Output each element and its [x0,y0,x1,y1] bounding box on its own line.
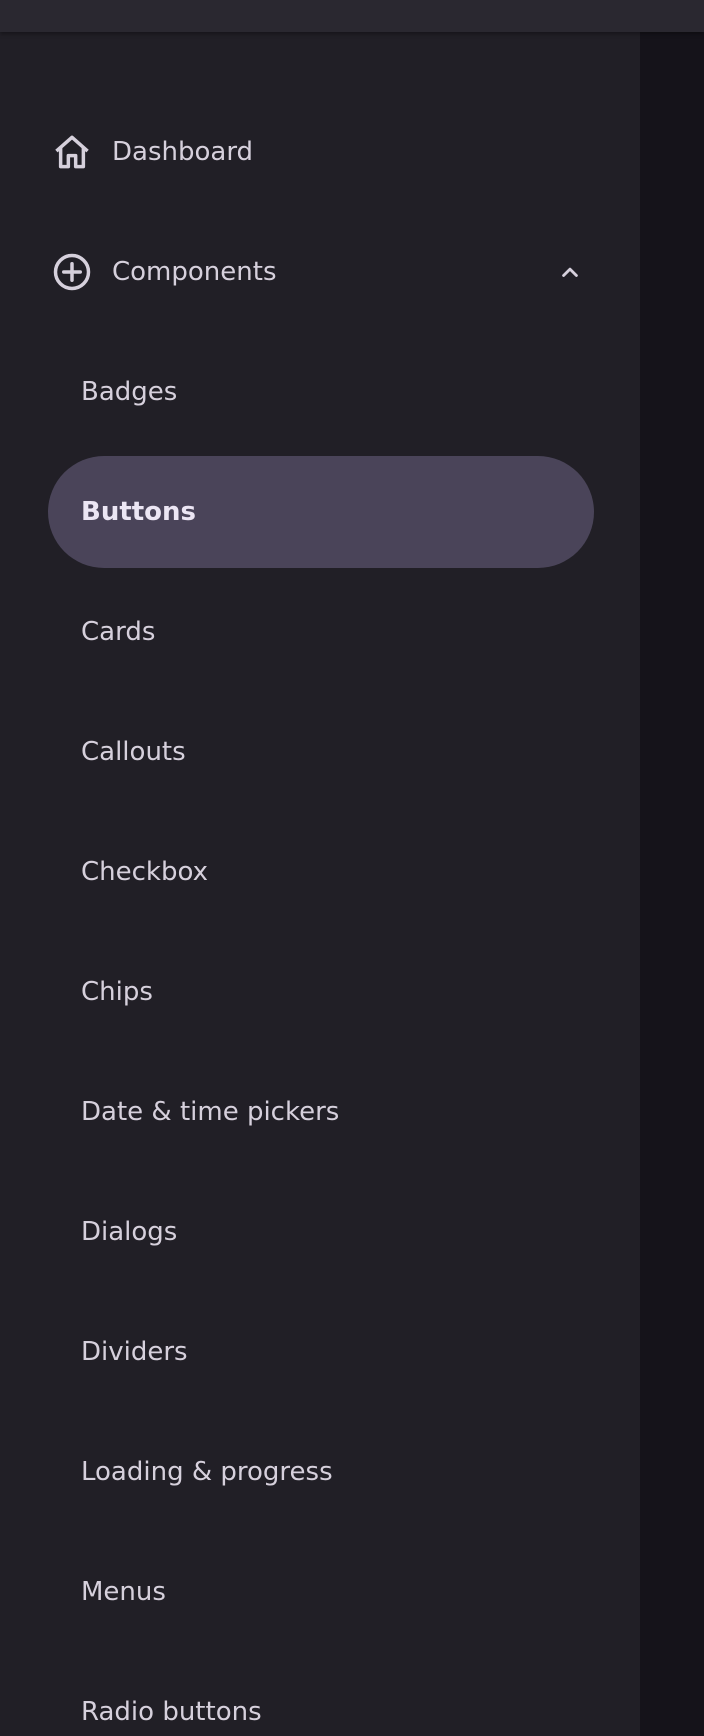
content-scrim[interactable] [640,32,704,1736]
nav-subitem-callouts[interactable]: Callouts [48,696,594,808]
nav-subitem-label: Radio buttons [81,1697,262,1727]
nav-subitem-label: Chips [81,977,153,1007]
nav-subitem-label: Menus [81,1577,166,1607]
chevron-up-icon[interactable] [548,250,592,294]
nav-item-dashboard[interactable]: Dashboard [48,96,548,208]
home-icon [40,120,104,184]
nav-subitem-loading-progress[interactable]: Loading & progress [48,1416,594,1528]
top-app-bar [0,0,704,32]
nav-subitem-cards[interactable]: Cards [48,576,594,688]
nav-subitem-date-time-pickers[interactable]: Date & time pickers [48,1056,594,1168]
nav-subitem-buttons[interactable]: Buttons [48,456,594,568]
nav-subitem-label: Dialogs [81,1217,178,1247]
nav-subitem-label: Cards [81,617,156,647]
nav-subitem-radio-buttons[interactable]: Radio buttons [48,1656,594,1736]
nav-subitem-dividers[interactable]: Dividers [48,1296,594,1408]
nav-subitem-label: Checkbox [81,857,208,887]
navigation-drawer: Dashboard Components Badges Buttons Card… [0,32,640,1736]
nav-subitem-label: Callouts [81,737,186,767]
nav-subitem-menus[interactable]: Menus [48,1536,594,1648]
nav-subitem-chips[interactable]: Chips [48,936,594,1048]
nav-subitem-label: Buttons [81,497,197,527]
nav-subitem-label: Badges [81,377,178,407]
nav-subitem-checkbox[interactable]: Checkbox [48,816,594,928]
nav-subitem-label: Loading & progress [81,1457,333,1487]
nav-subitem-label: Date & time pickers [81,1097,340,1127]
nav-item-label: Dashboard [112,137,254,167]
add-circle-icon [40,240,104,304]
nav-subitem-dialogs[interactable]: Dialogs [48,1176,594,1288]
nav-item-label: Components [112,257,277,287]
nav-subitem-label: Dividers [81,1337,188,1367]
nav-subitem-badges[interactable]: Badges [48,336,594,448]
nav-item-components[interactable]: Components [48,216,578,328]
